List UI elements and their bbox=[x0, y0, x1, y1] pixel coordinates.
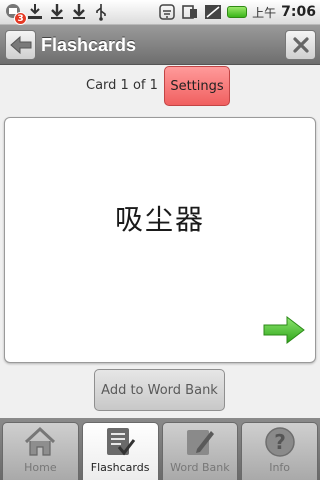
close-icon bbox=[292, 37, 309, 53]
status-bar-system: 上午 7:06 bbox=[158, 3, 316, 21]
tab-word-bank-label: Word Bank bbox=[170, 461, 230, 474]
home-icon bbox=[25, 426, 56, 456]
tab-info[interactable]: ? Info bbox=[241, 422, 318, 480]
back-arrow-icon bbox=[9, 35, 31, 55]
wifi-icon bbox=[158, 3, 176, 21]
battery-icon bbox=[227, 6, 248, 18]
bottom-tab-bar: Home Flashcards Word Bank ? Info bbox=[0, 418, 320, 480]
download-icon bbox=[70, 3, 88, 21]
tab-word-bank[interactable]: Word Bank bbox=[161, 422, 239, 480]
download-complete-icon bbox=[26, 3, 44, 21]
tab-flashcards-label: Flashcards bbox=[90, 461, 150, 474]
page-title: Flashcards bbox=[41, 35, 137, 55]
tab-flashcards[interactable]: Flashcards bbox=[81, 422, 159, 480]
tab-info-label: Info bbox=[269, 461, 291, 474]
title-bar: Flashcards bbox=[0, 25, 320, 65]
notification-app-icon: 3 bbox=[4, 3, 27, 25]
flashcard-word: 吸尘器 bbox=[114, 203, 205, 236]
svg-text:?: ? bbox=[274, 430, 286, 454]
notification-count-badge: 3 bbox=[14, 12, 27, 25]
download-icon bbox=[48, 3, 66, 21]
sync-icon bbox=[181, 3, 199, 21]
back-button[interactable] bbox=[5, 30, 36, 60]
card-counter: Card 1 of 1 bbox=[86, 78, 158, 93]
clock: 7:06 bbox=[281, 4, 316, 20]
clock-period: 上午 bbox=[252, 5, 277, 20]
flashcard[interactable]: 吸尘器 bbox=[4, 117, 316, 363]
usb-icon bbox=[92, 3, 110, 21]
tab-home[interactable]: Home bbox=[2, 422, 79, 480]
signal-icon bbox=[204, 3, 222, 21]
tab-home-label: Home bbox=[24, 461, 57, 474]
flashcards-icon bbox=[107, 428, 136, 456]
add-to-word-bank-button[interactable]: Add to Word Bank bbox=[94, 369, 225, 411]
word-bank-icon bbox=[186, 430, 214, 455]
close-button[interactable] bbox=[285, 30, 316, 60]
info-icon: ? bbox=[264, 427, 295, 457]
settings-button[interactable]: Settings bbox=[164, 66, 230, 106]
status-bar: 3 上午 7:06 bbox=[0, 0, 320, 25]
status-bar-notifications: 3 bbox=[4, 3, 110, 25]
next-arrow-icon[interactable] bbox=[263, 316, 305, 344]
